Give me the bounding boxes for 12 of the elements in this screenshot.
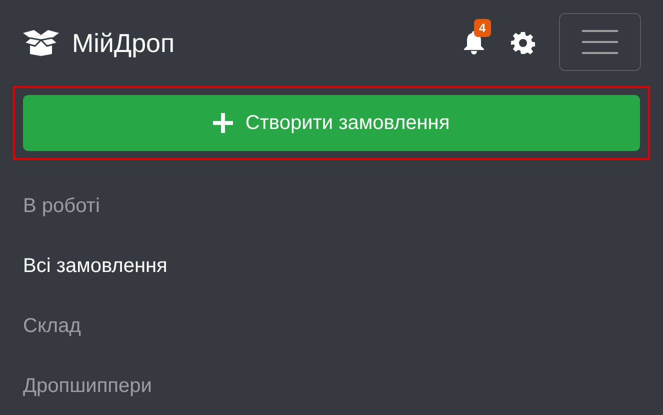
nav-link[interactable]: Склад [23,296,640,356]
box-icon [22,30,60,56]
settings-icon[interactable] [511,31,535,55]
nav-link[interactable]: Всі замовлення [23,236,640,296]
brand-name[interactable]: МійДроп [72,28,175,58]
bell-icon[interactable] [463,31,485,55]
plus-icon [213,113,234,133]
nav-link[interactable]: В роботі [23,176,640,236]
create-order-button[interactable]: Створити замовлення [23,95,640,151]
nav-link[interactable]: Дропшиппери [23,356,640,415]
notification-badge: 4 [474,19,491,37]
menu-button[interactable] [559,13,641,71]
